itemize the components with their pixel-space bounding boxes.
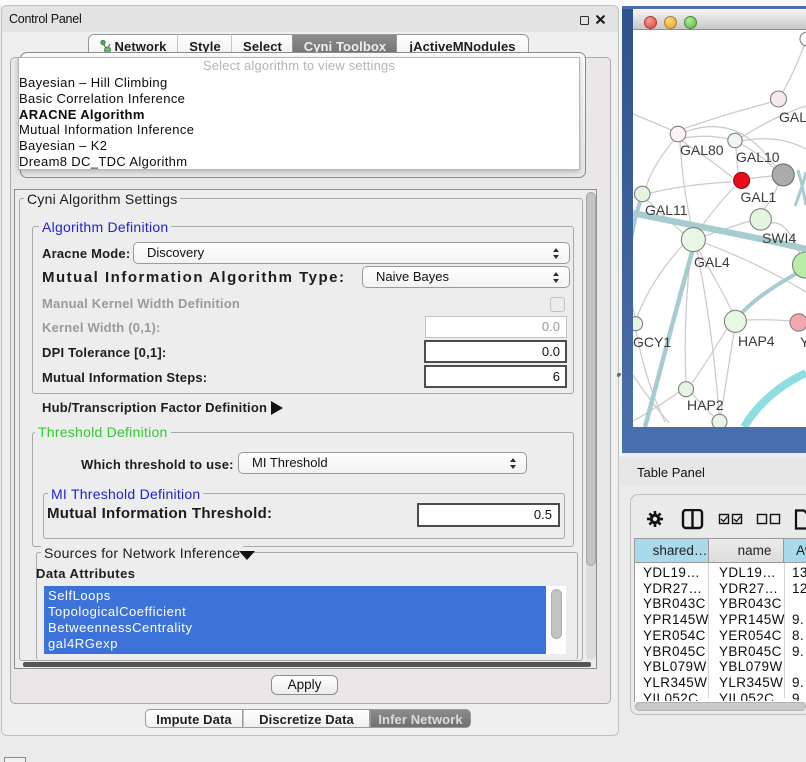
svg-text:GAL10: GAL10 bbox=[736, 149, 780, 165]
svg-text:GAL4: GAL4 bbox=[694, 254, 730, 270]
svg-text:GCY1: GCY1 bbox=[633, 334, 671, 350]
svg-text:HAP4: HAP4 bbox=[738, 333, 775, 349]
svg-text:HAP2: HAP2 bbox=[687, 397, 724, 413]
svg-text:GAL11: GAL11 bbox=[645, 202, 688, 218]
svg-text:GAL80: GAL80 bbox=[680, 142, 724, 158]
svg-text:SWI4: SWI4 bbox=[762, 230, 796, 246]
svg-text:GAL7: GAL7 bbox=[779, 109, 806, 125]
svg-text:GAL1: GAL1 bbox=[741, 189, 777, 205]
svg-text:Y: Y bbox=[800, 334, 806, 350]
